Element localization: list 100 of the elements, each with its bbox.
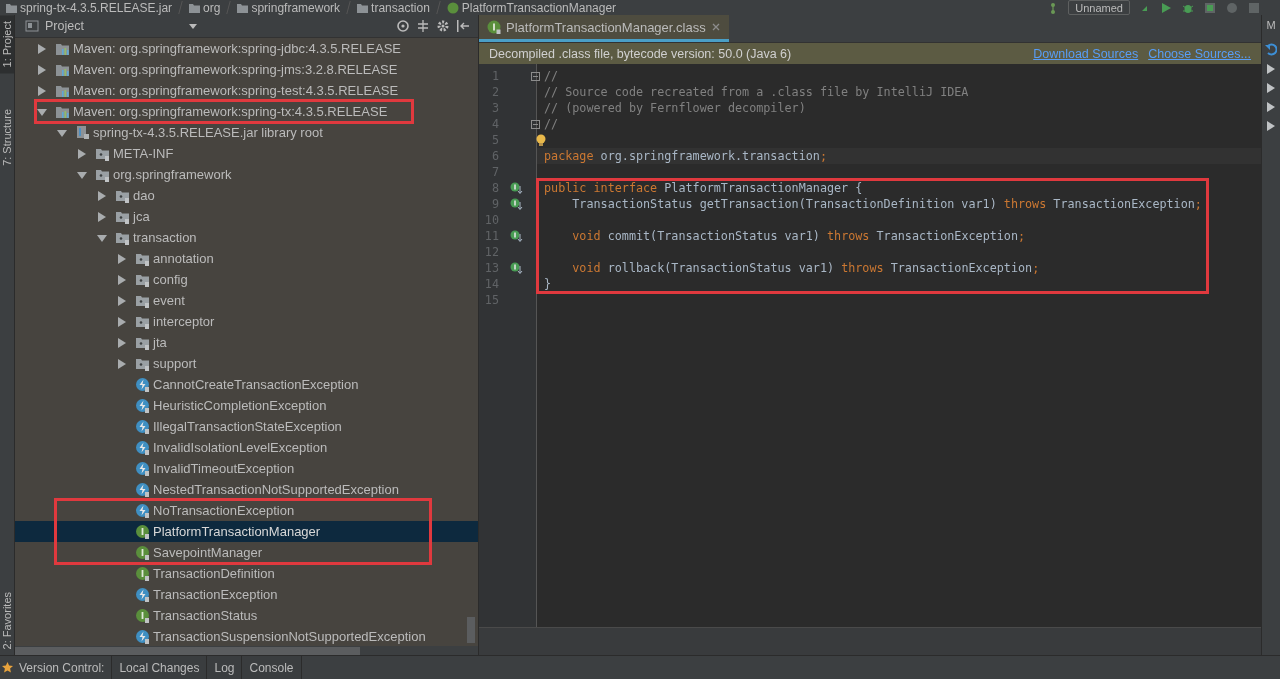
tree-item[interactable]: CannotCreateTransactionException: [15, 374, 478, 395]
implemented-marker-icon[interactable]: [509, 197, 523, 211]
collapsed-arrow-icon[interactable]: [117, 316, 127, 327]
tree-item[interactable]: PlatformTransactionManager: [15, 521, 478, 542]
expanded-arrow-icon[interactable]: [97, 232, 107, 243]
expand-arrow-icon[interactable]: [1266, 63, 1276, 75]
panel-title-dropdown[interactable]: Project: [45, 19, 84, 33]
exception-class-icon: [135, 587, 150, 602]
tree-item[interactable]: dao: [15, 185, 478, 206]
tool-window-tab[interactable]: 7: Structure: [0, 103, 14, 173]
exception-class-icon: [135, 419, 150, 434]
expanded-arrow-icon[interactable]: [57, 127, 67, 138]
expand-arrow-icon[interactable]: [1266, 101, 1276, 113]
tree-item[interactable]: NestedTransactionNotSupportedException: [15, 479, 478, 500]
exception-class-icon: [135, 377, 150, 392]
tree-item[interactable]: IllegalTransactionStateException: [15, 416, 478, 437]
jar-icon: [75, 125, 90, 140]
tree-item[interactable]: org.springframework: [15, 164, 478, 185]
breadcrumb-item[interactable]: org: [203, 0, 221, 15]
implemented-marker-icon[interactable]: [509, 229, 523, 243]
tree-item[interactable]: interceptor: [15, 311, 478, 332]
exception-class-icon: [135, 482, 150, 497]
scrollbar-thumb[interactable]: [467, 617, 475, 643]
tree-item[interactable]: spring-tx-4.3.5.RELEASE.jar library root: [15, 122, 478, 143]
target-icon[interactable]: [396, 19, 410, 33]
code-line: void commit(TransactionStatus var1) throws TransactionException;: [571, 229, 1026, 243]
implemented-marker-icon[interactable]: [509, 181, 523, 195]
exception-class-icon: [135, 440, 150, 455]
tree-item[interactable]: config: [15, 269, 478, 290]
tree-item[interactable]: Maven: org.springframework:spring-jms:3.2.8.RELEASE: [15, 59, 478, 80]
lightbulb-icon[interactable]: [535, 134, 547, 146]
collapsed-arrow-icon[interactable]: [117, 337, 127, 348]
expanded-arrow-icon[interactable]: [77, 169, 87, 180]
tree-item[interactable]: TransactionDefinition: [15, 563, 478, 584]
collapsed-arrow-icon[interactable]: [37, 64, 47, 75]
package-icon: [115, 230, 130, 245]
collapsed-arrow-icon[interactable]: [117, 358, 127, 369]
tree-item[interactable]: Maven: org.springframework:spring-test:4.3.5.RELEASE: [15, 80, 478, 101]
package-icon: [135, 251, 150, 266]
code-line: package org.springframework.transaction;: [543, 149, 827, 163]
implemented-marker-icon[interactable]: [509, 261, 523, 275]
tree-item[interactable]: TransactionException: [15, 584, 478, 605]
hide-panel-icon[interactable]: [456, 19, 470, 33]
settings-icon[interactable]: [436, 19, 450, 33]
code-line: TransactionStatus getTransaction(TransactionDefinition var1) throws TransactionException;: [571, 197, 1202, 211]
tree-item[interactable]: TransactionStatus: [15, 605, 478, 626]
interface-icon: [135, 608, 150, 623]
collapsed-arrow-icon[interactable]: [117, 274, 127, 285]
collapsed-arrow-icon[interactable]: [37, 43, 47, 54]
tool-window-tab[interactable]: 2: Favorites: [0, 585, 14, 655]
code-line: //: [543, 69, 559, 83]
fold-marker-icon[interactable]: [530, 71, 540, 81]
breadcrumb-item[interactable]: transaction: [371, 0, 430, 15]
exception-class-icon: [135, 503, 150, 518]
package-icon: [135, 272, 150, 287]
close-icon[interactable]: [710, 22, 721, 32]
refresh-icon[interactable]: [1265, 43, 1277, 56]
dropdown-caret-icon[interactable]: [187, 22, 198, 30]
tree-item[interactable]: TransactionSuspensionNotSupportedException: [15, 626, 478, 646]
tool-window-tab[interactable]: 1: Project: [0, 15, 14, 74]
tree-item[interactable]: Maven: org.springframework:spring-jdbc:4.3.5.RELEASE: [15, 38, 478, 59]
collapsed-arrow-icon[interactable]: [37, 85, 47, 96]
tree-item[interactable]: event: [15, 290, 478, 311]
expand-arrow-icon[interactable]: [1266, 120, 1276, 132]
expanded-arrow-icon[interactable]: [37, 106, 47, 117]
library-icon: [55, 41, 70, 56]
collapsed-arrow-icon[interactable]: [97, 211, 107, 222]
tree-item[interactable]: InvalidTimeoutException: [15, 458, 478, 479]
tree-item[interactable]: SavepointManager: [15, 542, 478, 563]
breadcrumb-item[interactable]: spring-tx-4.3.5.RELEASE.jar: [20, 0, 173, 15]
tree-item[interactable]: jca: [15, 206, 478, 227]
exception-class-icon: [135, 629, 150, 644]
collapsed-arrow-icon[interactable]: [117, 253, 127, 264]
exception-class-icon: [135, 461, 150, 476]
collapsed-arrow-icon[interactable]: [97, 190, 107, 201]
collapsed-arrow-icon[interactable]: [117, 295, 127, 306]
collapsed-arrow-icon[interactable]: [77, 148, 87, 159]
fold-marker-icon[interactable]: [530, 119, 540, 129]
tree-item[interactable]: META-INF: [15, 143, 478, 164]
scrollbar-thumb[interactable]: [15, 646, 360, 655]
run-config-dropdown[interactable]: Unnamed: [1068, 0, 1130, 15]
tree-item[interactable]: InvalidIsolationLevelException: [15, 437, 478, 458]
tree-item[interactable]: HeuristicCompletionException: [15, 395, 478, 416]
tree-item[interactable]: annotation: [15, 248, 478, 269]
folder-icon: [237, 2, 249, 13]
tree-item[interactable]: Maven: org.springframework:spring-tx:4.3.5.RELEASE: [15, 101, 478, 122]
coverage-icon[interactable]: [1204, 1, 1216, 14]
tree-item[interactable]: transaction: [15, 227, 478, 248]
tree-item[interactable]: jta: [15, 332, 478, 353]
breadcrumb-item[interactable]: PlatformTransactionManager: [461, 0, 617, 15]
tool-window-tab[interactable]: M: [1266, 15, 1276, 31]
package-icon: [115, 209, 130, 224]
folder-icon: [6, 2, 17, 13]
library-icon: [55, 104, 70, 119]
expand-arrow-icon[interactable]: [1266, 82, 1276, 94]
breadcrumb-item[interactable]: springframework: [251, 0, 341, 15]
code-line: //: [543, 117, 559, 131]
editor-tab[interactable]: PlatformTransactionManager.class: [479, 15, 729, 42]
tree-item[interactable]: support: [15, 353, 478, 374]
collapse-all-icon[interactable]: [416, 19, 430, 33]
